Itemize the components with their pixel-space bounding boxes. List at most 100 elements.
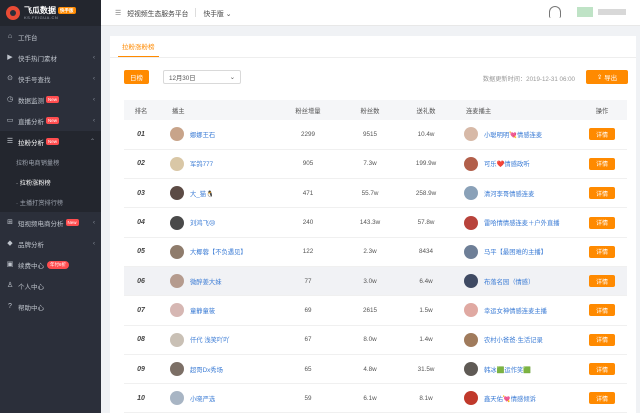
detail-button[interactable]: 详情 bbox=[589, 187, 615, 200]
username-placeholder[interactable] bbox=[598, 9, 626, 15]
chevron-left-icon: ‹ bbox=[93, 240, 95, 247]
sidebar-item-brand[interactable]: ◆ 品牌分析 ‹ bbox=[0, 233, 101, 254]
avatar[interactable] bbox=[170, 215, 184, 230]
connected-anchor-link[interactable]: 马平【最困难的主播】 bbox=[484, 247, 547, 256]
detail-button[interactable]: 详情 bbox=[589, 363, 615, 376]
anchor-name-link[interactable]: 仟代 浅笑吖吖 bbox=[190, 335, 230, 344]
anchor-cell: 军鸽777 bbox=[158, 149, 276, 178]
avatar[interactable] bbox=[464, 127, 478, 142]
detail-button[interactable]: 详情 bbox=[589, 128, 615, 141]
avatar[interactable] bbox=[464, 274, 478, 289]
sidebar-nav: ⌂ 工作台 ▶ 快手热门素材 ‹ ⊙ 快手号查找 ‹ ◷ 数据监测 New ‹ ▭ 直播分析 New… bbox=[0, 26, 101, 317]
anchor-name-link[interactable]: 军鸽777 bbox=[190, 159, 213, 168]
avatar[interactable] bbox=[170, 244, 184, 259]
anchor-name-link[interactable]: 童静童筱 bbox=[190, 306, 215, 315]
connected-anchor-link[interactable]: 农村小爸爸·生活记录 bbox=[484, 335, 543, 344]
sidebar-item-workbench[interactable]: ⌂ 工作台 bbox=[0, 26, 101, 47]
tab-fans-rank[interactable]: 拉粉涨粉榜 bbox=[118, 41, 159, 57]
avatar[interactable] bbox=[170, 391, 184, 406]
detail-button[interactable]: 详情 bbox=[589, 304, 615, 317]
detail-button[interactable]: 详情 bbox=[589, 333, 615, 346]
connected-anchor-link[interactable]: 清河李哥情感连麦 bbox=[484, 189, 534, 198]
sidebar-item-renew[interactable]: ▣ 续费中心 年付6折 bbox=[0, 254, 101, 275]
avatar[interactable] bbox=[170, 127, 184, 142]
avatar[interactable] bbox=[170, 186, 184, 201]
connected-anchor-link[interactable]: 布落名园（情感） bbox=[484, 277, 534, 286]
avatar[interactable] bbox=[464, 303, 478, 318]
avatar[interactable] bbox=[170, 156, 184, 171]
fans-cell: 6.1w bbox=[363, 394, 377, 402]
connected-anchor-link[interactable]: 雷哈情情感连麦＋户外直播 bbox=[484, 218, 560, 227]
connected-anchor-link[interactable]: 幸运女神情感连麦主播 bbox=[484, 306, 547, 315]
search-icon: ⊙ bbox=[7, 74, 13, 82]
video-icon: ▶ bbox=[7, 53, 13, 61]
anchor-cell: 娜娜王石 bbox=[158, 120, 276, 149]
anchor-name-link[interactable]: 大椰蓉【不负遇见】 bbox=[190, 247, 247, 256]
day-rank-button[interactable]: 日榜 bbox=[124, 70, 149, 84]
export-button[interactable]: ⇪ 导出 bbox=[586, 70, 628, 84]
avatar[interactable] bbox=[577, 7, 593, 17]
avatar[interactable] bbox=[464, 156, 478, 171]
sidebar-item-fans-analysis[interactable]: ☰ 拉粉分析 New ⌃ bbox=[0, 131, 101, 152]
fans-cell: 9515 bbox=[362, 130, 377, 138]
sidebar-subitem-reward-rank[interactable]: · 主播打赏排行榜 bbox=[0, 192, 101, 212]
anchor-cell: 刘鸿飞😢 bbox=[158, 208, 276, 237]
detail-button[interactable]: 详情 bbox=[589, 157, 615, 170]
sidebar-item-ecommerce[interactable]: ⊞ 短视频电商分析 New ‹ bbox=[0, 212, 101, 233]
fans-cell: 8.0w bbox=[363, 336, 377, 344]
brand-sub: KS.FEIGUA.CN bbox=[24, 15, 59, 20]
detail-button[interactable]: 详情 bbox=[589, 245, 615, 258]
anchor-cell: 微醉姜大妹 bbox=[158, 266, 276, 295]
anchor-cell: 超哥Dx秀场 bbox=[158, 354, 276, 383]
sidebar-item-hot-material[interactable]: ▶ 快手热门素材 ‹ bbox=[0, 47, 101, 68]
table-row: 04 刘鸿飞😢 240 143.3w 57.8w 雷哈情情感连麦＋户外直播 详情 bbox=[124, 208, 627, 238]
anchor-name-link[interactable]: 小晓严选 bbox=[190, 394, 215, 403]
chevron-left-icon: ‹ bbox=[93, 96, 95, 103]
sidebar-subitem-sales-rank[interactable]: 拉粉电商销量榜 bbox=[0, 152, 101, 172]
anchor-name-link[interactable]: 微醉姜大妹 bbox=[190, 277, 221, 286]
avatar[interactable] bbox=[170, 332, 184, 347]
avatar[interactable] bbox=[464, 215, 478, 230]
ranking-table: 排名 播主 粉丝增量 粉丝数 送礼数 连麦播主 操作 01 娜娜王石 2299 951… bbox=[124, 100, 627, 413]
avatar[interactable] bbox=[170, 274, 184, 289]
detail-button[interactable]: 详情 bbox=[589, 216, 615, 229]
anchor-name-link[interactable]: 刘鸿飞😢 bbox=[190, 218, 215, 227]
sidebar-item-help[interactable]: ? 帮助中心 bbox=[0, 296, 101, 317]
avatar[interactable] bbox=[464, 332, 478, 347]
avatar[interactable] bbox=[464, 391, 478, 406]
sidebar-item-data-monitor[interactable]: ◷ 数据监测 New ‹ bbox=[0, 89, 101, 110]
sidebar-subitem-fans-rank[interactable]: · 拉粉涨粉榜 bbox=[0, 172, 101, 192]
connected-anchor-link[interactable]: 鑫天佑💘情感倾诉 bbox=[484, 394, 536, 403]
date-select[interactable]: 12月30日 ⌄ bbox=[163, 70, 241, 84]
sidebar-item-profile[interactable]: ♙ 个人中心 bbox=[0, 275, 101, 296]
anchor-name-link[interactable]: 超哥Dx秀场 bbox=[190, 365, 223, 374]
version-switcher[interactable]: 快手版 ⌄ bbox=[203, 8, 231, 18]
avatar[interactable] bbox=[170, 303, 184, 318]
avatar[interactable] bbox=[464, 186, 478, 201]
anchor-name-link[interactable]: 大_猫🐧 bbox=[190, 189, 214, 198]
sidebar-item-live-analysis[interactable]: ▭ 直播分析 New ‹ bbox=[0, 110, 101, 131]
avatar[interactable] bbox=[464, 244, 478, 259]
anchor-name-link[interactable]: 娜娜王石 bbox=[190, 130, 215, 139]
logo-icon bbox=[6, 6, 20, 20]
menu-icon[interactable]: ☰ bbox=[115, 9, 121, 17]
connected-anchor-link[interactable]: 小聪明明💘情感连麦 bbox=[484, 130, 542, 139]
export-icon: ⇪ bbox=[596, 74, 605, 81]
table-row: 02 军鸽777 905 7.3w 199.9w 可乐❤️情感政听 详情 bbox=[124, 149, 627, 179]
logo[interactable]: 飞瓜数据 快手版 KS.FEIGUA.CN bbox=[0, 0, 101, 26]
detail-button[interactable]: 详情 bbox=[589, 275, 615, 288]
gifts-cell: 10.4w bbox=[417, 130, 435, 138]
anchor-cell: 仟代 浅笑吖吖 bbox=[158, 325, 276, 354]
headset-icon[interactable] bbox=[549, 6, 561, 18]
chevron-left-icon: ‹ bbox=[93, 117, 95, 124]
avatar[interactable] bbox=[170, 362, 184, 377]
monitor-icon: ◷ bbox=[6, 95, 14, 103]
fans-cell: 143.3w bbox=[359, 219, 381, 227]
detail-button[interactable]: 详情 bbox=[589, 392, 615, 405]
sidebar-item-account-search[interactable]: ⊙ 快手号查找 ‹ bbox=[0, 68, 101, 89]
connected-anchor-link[interactable]: 韩冰🟩运作笑🟩 bbox=[484, 365, 531, 374]
connected-anchor-link[interactable]: 可乐❤️情感政听 bbox=[484, 159, 530, 168]
col-gifts: 送礼数 bbox=[416, 107, 436, 115]
avatar[interactable] bbox=[464, 362, 478, 377]
chevron-down-icon: ⌄ bbox=[225, 10, 232, 18]
